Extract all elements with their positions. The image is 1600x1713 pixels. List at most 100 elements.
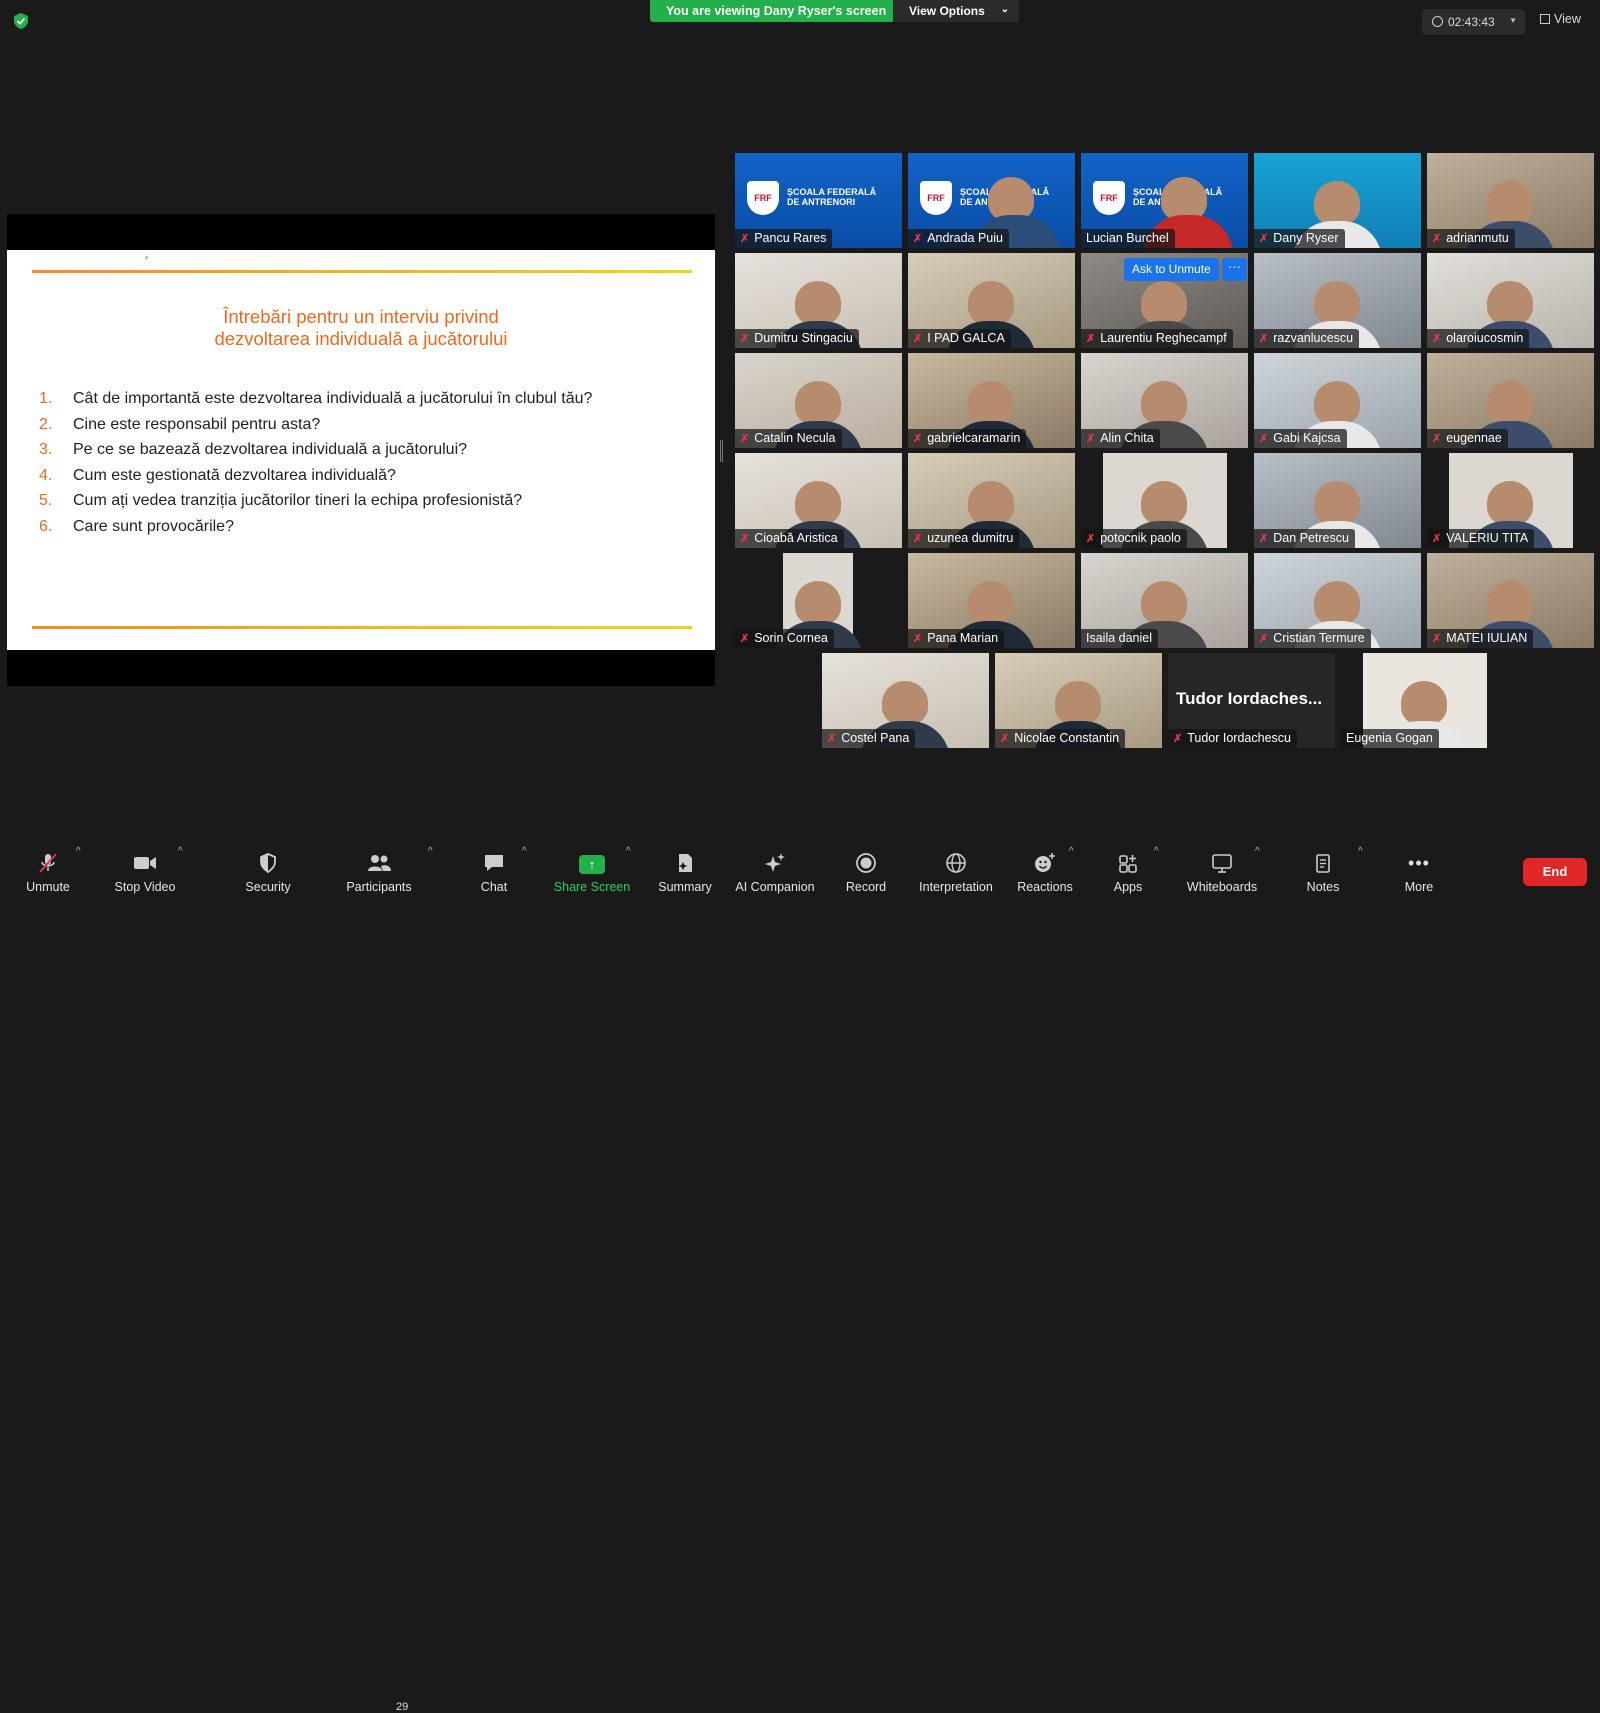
end-meeting-button[interactable]: End — [1523, 858, 1587, 886]
participant-tile[interactable]: FRFȘCOALA FEDERALĂDE ANTRENORI✗Andrada P… — [908, 153, 1075, 248]
participant-name: Catalin Necula — [754, 431, 836, 445]
participant-name-label: ✗ Gabi Kajcsa — [1254, 429, 1347, 448]
mic-muted-icon: ✗ — [913, 233, 923, 245]
participant-tile[interactable]: ✗ Alin Chita — [1081, 353, 1248, 448]
security-button[interactable]: Security — [240, 852, 296, 894]
participant-tile[interactable]: ✗ MATEI IULIAN — [1427, 553, 1594, 648]
mic-muted-icon: ✗ — [1000, 733, 1010, 745]
mic-muted-icon: ✗ — [913, 633, 923, 645]
participant-name: Tudor Iordachescu — [1187, 731, 1291, 745]
participant-tile[interactable]: ✗ Sorin Cornea — [735, 553, 902, 648]
participant-tile[interactable]: ✗ Dumitru Stingaciu — [735, 253, 902, 348]
stop-video-button[interactable]: Stop Video — [110, 852, 180, 894]
participant-name: potocnik paolo — [1100, 531, 1181, 545]
participant-name-label: ✗ MATEI IULIAN — [1427, 629, 1534, 648]
notes-button[interactable]: Notes — [1303, 852, 1343, 894]
share-screen-button[interactable]: ↑ Share Screen — [553, 852, 631, 894]
participant-tile[interactable]: ✗ eugennae — [1427, 353, 1594, 448]
participant-name: Dany Ryser — [1273, 231, 1339, 245]
participant-tile[interactable]: ✗ VALERIU TITA — [1427, 453, 1594, 548]
participant-tile[interactable]: ✗ razvanlucescu — [1254, 253, 1421, 348]
participant-tile[interactable]: ✗ uzunea dumitru — [908, 453, 1075, 548]
view-options-label: View Options — [909, 4, 985, 18]
participant-tile[interactable]: ✗ I PAD GALCA — [908, 253, 1075, 348]
participant-name: gabrielcaramarin — [927, 431, 1021, 445]
reactions-caret-icon[interactable]: ^ — [1069, 846, 1074, 857]
reactions-button[interactable]: Reactions — [1016, 852, 1074, 894]
participant-name-label: ✗ Andrada Puiu — [908, 229, 1009, 248]
mic-muted-icon: ✗ — [827, 733, 837, 745]
view-options-button[interactable]: View Options ⌄ — [893, 0, 1019, 22]
participant-name-label: ✗ eugennae — [1427, 429, 1508, 448]
participant-tile[interactable]: ✗ Dany Ryser — [1254, 153, 1421, 248]
item-number: 6. — [39, 517, 53, 535]
chat-caret-icon[interactable]: ^ — [522, 846, 527, 857]
person-silhouette — [1141, 581, 1187, 625]
person-silhouette — [1487, 481, 1533, 525]
list-item: 4. Cum este gestionată dezvoltarea indivi… — [39, 467, 592, 493]
participant-name: Sorin Cornea — [754, 631, 828, 645]
more-button[interactable]: ••• More — [1399, 852, 1439, 894]
mic-muted-icon: ✗ — [740, 433, 750, 445]
grid-icon — [1540, 14, 1550, 24]
participant-name-label: ✗ uzunea dumitru — [908, 529, 1020, 548]
participant-tile[interactable]: Eugenia Gogan — [1341, 653, 1508, 748]
apps-caret-icon[interactable]: ^ — [1154, 846, 1159, 857]
participant-tile[interactable]: ✗ gabrielcaramarin — [908, 353, 1075, 448]
participant-tile[interactable]: Isaila daniel — [1081, 553, 1248, 648]
more-label: More — [1404, 880, 1434, 894]
mic-muted-icon: ✗ — [913, 433, 923, 445]
participant-tile[interactable]: ✗ Cristian Termure — [1254, 553, 1421, 648]
participant-tile[interactable]: ✗ Nicolae Constantin — [995, 653, 1162, 748]
video-caret-icon[interactable]: ^ — [178, 846, 183, 857]
more-options-icon[interactable]: ··· — [1222, 258, 1247, 281]
whiteboards-caret-icon[interactable]: ^ — [1255, 846, 1260, 857]
participant-tile[interactable]: ✗ adrianmutu — [1427, 153, 1594, 248]
participant-tile[interactable]: ✗ Dan Petrescu — [1254, 453, 1421, 548]
mic-muted-icon: ✗ — [740, 633, 750, 645]
record-button[interactable]: Record — [843, 852, 889, 894]
participant-tile[interactable]: FRF ȘCOALA FEDERALĂ DE ANTRENORI ✗ Pancu Rar… — [735, 153, 902, 248]
participants-button[interactable]: Participants — [343, 852, 415, 894]
meeting-timer[interactable]: 02:43:43 ▼ — [1422, 9, 1525, 35]
frf-logo: FRF — [920, 181, 952, 215]
participant-tile[interactable]: ✗ Costel Pana — [822, 653, 989, 748]
chat-button[interactable]: Chat — [476, 852, 512, 894]
stop-video-label: Stop Video — [114, 880, 176, 894]
participant-name: MATEI IULIAN — [1446, 631, 1528, 645]
participant-tile[interactable]: ✗ Pana Marian — [908, 553, 1075, 648]
participant-tile[interactable]: ✗ olaroiucosmin — [1427, 253, 1594, 348]
participant-tile[interactable]: ✗ Catalin Necula — [735, 353, 902, 448]
participant-tile[interactable]: ✗ Cioabă Aristica — [735, 453, 902, 548]
slide-question-list: 1. Cât de importantă este dezvoltarea ind… — [39, 390, 592, 543]
unmute-button[interactable]: Unmute — [22, 852, 74, 894]
participant-tile[interactable]: Tudor Iordaches... ✗ Tudor Iordachescu — [1168, 653, 1335, 748]
participant-name-label: ✗ Dan Petrescu — [1254, 529, 1355, 548]
participant-name-label: ✗ Sorin Cornea — [735, 629, 834, 648]
whiteboards-button[interactable]: Whiteboards — [1182, 852, 1262, 894]
summary-button[interactable]: Summary — [657, 852, 713, 894]
mic-muted-icon: ✗ — [1259, 233, 1269, 245]
participants-caret-icon[interactable]: ^ — [428, 846, 433, 857]
participant-name-label: ✗ Catalin Necula — [735, 429, 842, 448]
apps-button[interactable]: Apps — [1110, 852, 1146, 894]
splitter-handle[interactable] — [720, 440, 723, 462]
view-button[interactable]: View — [1540, 12, 1581, 26]
person-silhouette — [1401, 681, 1447, 725]
participant-name-label: ✗ potocnik paolo — [1081, 529, 1187, 548]
security-shield-icon — [14, 13, 28, 29]
participant-tile[interactable]: ✗ Gabi Kajcsa — [1254, 353, 1421, 448]
participant-tile[interactable]: FRFȘCOALA FEDERALĂDE ANTRENORILucian Bur… — [1081, 153, 1248, 248]
interpretation-button[interactable]: Interpretation — [915, 852, 997, 894]
ask-to-unmute-button[interactable]: Ask to Unmute — [1124, 258, 1219, 281]
participant-tile[interactable]: ✗ potocnik paolo — [1081, 453, 1248, 548]
ai-companion-button[interactable]: AI Companion — [732, 852, 818, 894]
chat-label: Chat — [480, 880, 508, 894]
person-silhouette — [968, 281, 1014, 325]
share-caret-icon[interactable]: ^ — [626, 846, 631, 857]
mic-muted-icon: ✗ — [1086, 533, 1096, 545]
share-arrow-icon: ↑ — [579, 855, 605, 874]
audio-caret-icon[interactable]: ^ — [76, 846, 81, 857]
mic-muted-icon: ✗ — [740, 333, 750, 345]
notes-caret-icon[interactable]: ^ — [1358, 846, 1363, 857]
